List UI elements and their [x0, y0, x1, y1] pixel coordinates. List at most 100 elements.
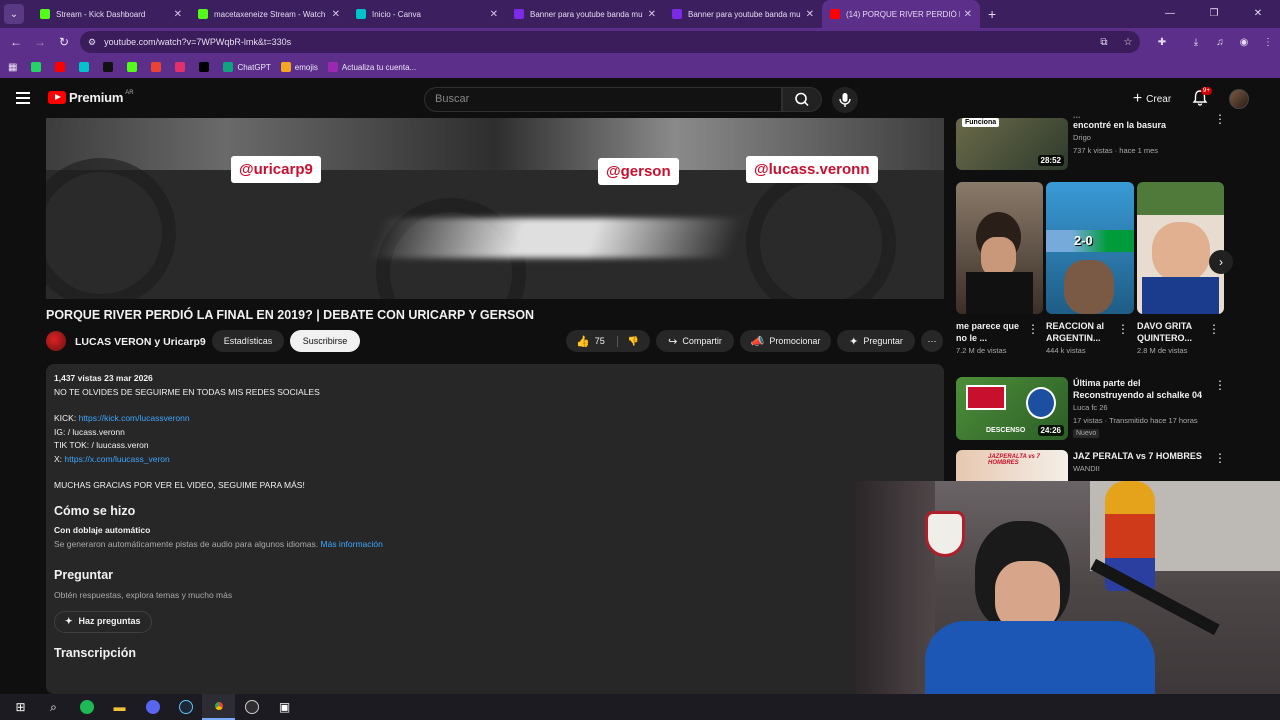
bookmark-item[interactable]	[199, 62, 213, 72]
video-description[interactable]: 1,437 vistas 23 mar 2026 NO TE OLVIDES D…	[46, 364, 944, 694]
short-info[interactable]: me parece que no le ... 7.2 M de vistas	[956, 320, 1028, 357]
tab-title: Stream - Kick Dashboard	[56, 9, 146, 19]
video-options-icon[interactable]: ⋮	[1214, 451, 1226, 465]
bookmark-favicon-icon	[175, 62, 186, 72]
youtube-premium-logo[interactable]: Premium AR	[48, 90, 134, 105]
short-info[interactable]: DAVO GRITA QUINTERO... 2.8 M de vistas	[1137, 320, 1209, 357]
obs-taskbar-button[interactable]	[235, 694, 268, 720]
thumbnail-text: Funciona	[962, 118, 1000, 127]
tab-search-button[interactable]: ⌄	[4, 4, 24, 24]
channel-avatar[interactable]	[46, 331, 66, 351]
search-input[interactable]: Buscar	[424, 87, 782, 112]
short-title: DAVO GRITA QUINTERO...	[1137, 321, 1193, 343]
extensions-icon[interactable]: ✚	[1150, 37, 1174, 48]
create-button[interactable]: + Crear	[1122, 88, 1182, 110]
bookmark-item[interactable]	[127, 62, 141, 72]
sidebar-video-thumbnail[interactable]: JAZPERALTA vs 7 HOMBRES	[956, 450, 1068, 481]
ask-questions-button[interactable]: ✦ Haz preguntas	[54, 611, 152, 633]
profile-icon[interactable]: ◉	[1232, 37, 1256, 48]
site-info-icon[interactable]: ⚙	[88, 37, 96, 48]
explorer-taskbar-button[interactable]: ▬	[103, 694, 136, 720]
forward-button[interactable]: →	[28, 35, 52, 49]
close-tab-icon[interactable]: ✕	[806, 9, 814, 20]
more-info-link[interactable]: Más información	[321, 539, 383, 549]
dislike-button[interactable]: 👎	[616, 335, 639, 347]
close-tab-icon[interactable]: ✕	[648, 9, 656, 20]
bookmark-item[interactable]	[55, 62, 69, 72]
video-player[interactable]: @uricarp9 @gerson @lucass.veronn	[46, 118, 944, 299]
restore-button[interactable]: ❐	[1192, 0, 1236, 28]
stats-button[interactable]: Estadísticas	[212, 330, 284, 352]
close-tab-icon[interactable]: ✕	[964, 9, 972, 20]
browser-tab[interactable]: (14) PORQUE RIVER PERDIÓ LA ✕	[822, 0, 980, 28]
close-tab-icon[interactable]: ✕	[174, 9, 182, 20]
close-tab-icon[interactable]: ✕	[332, 9, 340, 20]
discord-taskbar-button[interactable]	[136, 694, 169, 720]
guide-menu-icon[interactable]	[16, 92, 30, 104]
shorts-next-button[interactable]: ›	[1209, 250, 1233, 274]
more-actions-button[interactable]: ⋯	[921, 330, 943, 352]
bookmark-item[interactable]	[31, 62, 45, 72]
close-window-button[interactable]: ✕	[1236, 0, 1280, 28]
chrome-menu-icon[interactable]: ⋮	[1256, 37, 1280, 48]
back-button[interactable]: ←	[4, 35, 28, 49]
thumbs-down-icon: 👎	[627, 335, 639, 346]
apps-grid-icon[interactable]: ▦	[8, 62, 17, 73]
channel-name[interactable]: LUCAS VERON y Uricarp9	[75, 336, 206, 348]
downloads-icon[interactable]: ⤓	[1184, 37, 1208, 48]
short-options-icon[interactable]: ⋮	[1117, 322, 1129, 336]
capcut-taskbar-button[interactable]: ▣	[268, 694, 301, 720]
notifications-button[interactable]: 9+	[1190, 87, 1212, 108]
bookmark-item[interactable]	[151, 62, 165, 72]
sparkle-icon: ✦	[849, 335, 859, 348]
chrome-taskbar-button[interactable]	[202, 694, 235, 720]
sidebar-video-info[interactable]: JAZ PERALTA vs 7 HOMBRES WANDII	[1073, 450, 1213, 475]
new-tab-button[interactable]: +	[988, 6, 996, 22]
account-avatar[interactable]	[1229, 89, 1249, 109]
video-options-icon[interactable]: ⋮	[1214, 378, 1226, 392]
short-options-icon[interactable]: ⋮	[1208, 322, 1220, 336]
subscribe-button[interactable]: Suscribirse	[290, 330, 360, 352]
promote-button[interactable]: 📣 Promocionar	[740, 330, 831, 352]
sidebar-video-info[interactable]: ... encontré en la basura Drigo 737 k vi…	[1073, 109, 1213, 157]
minimize-button[interactable]: —	[1148, 0, 1192, 28]
start-button[interactable]: ⊞	[4, 694, 37, 720]
bookmark-item[interactable]: emojis	[280, 62, 318, 72]
short-info[interactable]: REACCION al ARGENTIN... 444 k vistas	[1046, 320, 1118, 357]
kick-link[interactable]: https://kick.com/lucassveronn	[79, 413, 190, 423]
like-button[interactable]: 👍	[576, 335, 590, 348]
share-button[interactable]: ↪ Compartir	[656, 330, 734, 352]
video-options-icon[interactable]: ⋮	[1214, 112, 1226, 126]
short-options-icon[interactable]: ⋮	[1027, 322, 1039, 336]
ask-ai-button[interactable]: ✦ Preguntar	[837, 330, 915, 352]
sidebar-video-thumbnail[interactable]: Funciona 28:52	[956, 118, 1068, 170]
browser-tab[interactable]: Banner para youtube banda mu ✕	[506, 0, 664, 28]
browser-tab[interactable]: Banner para youtube banda mu ✕	[664, 0, 822, 28]
short-thumbnail[interactable]: 2-0	[1046, 182, 1134, 314]
browser-tab[interactable]: Inicio - Canva ✕	[348, 0, 506, 28]
short-thumbnail[interactable]	[956, 182, 1043, 314]
browser-tab[interactable]: macetaxeneize Stream - Watch ✕	[190, 0, 348, 28]
bookmark-item[interactable]: Actualiza tu cuenta...	[327, 62, 416, 72]
sidebar-video-info[interactable]: Última parte del Reconstruyendo al schal…	[1073, 377, 1213, 438]
bookmark-favicon-icon	[280, 62, 291, 72]
bookmark-item[interactable]	[103, 62, 117, 72]
steam-taskbar-button[interactable]	[169, 694, 202, 720]
sidebar-video-thumbnail[interactable]: DESCENSO 24:26	[956, 377, 1068, 440]
install-app-icon[interactable]: ⧉	[1092, 37, 1116, 48]
bookmark-item[interactable]	[79, 62, 93, 72]
bookmark-item[interactable]	[175, 62, 189, 72]
bookmark-item[interactable]: ChatGPT	[223, 62, 271, 72]
browser-tab[interactable]: Stream - Kick Dashboard ✕	[32, 0, 190, 28]
search-taskbar-button[interactable]: ⌕	[37, 694, 70, 720]
reload-button[interactable]: ↻	[52, 35, 76, 49]
spotify-taskbar-button[interactable]	[70, 694, 103, 720]
close-tab-icon[interactable]: ✕	[490, 9, 498, 20]
search-button[interactable]	[782, 87, 822, 112]
short-thumbnail[interactable]	[1137, 182, 1224, 314]
voice-search-button[interactable]	[832, 87, 858, 113]
bookmark-star-icon[interactable]: ☆	[1116, 37, 1140, 48]
x-link[interactable]: https://x.com/luucass_veron	[64, 454, 169, 464]
address-bar[interactable]: ⚙ youtube.com/watch?v=7WPWqbR-lmk&t=330s	[80, 31, 1140, 53]
media-control-icon[interactable]: ♫	[1208, 37, 1232, 48]
